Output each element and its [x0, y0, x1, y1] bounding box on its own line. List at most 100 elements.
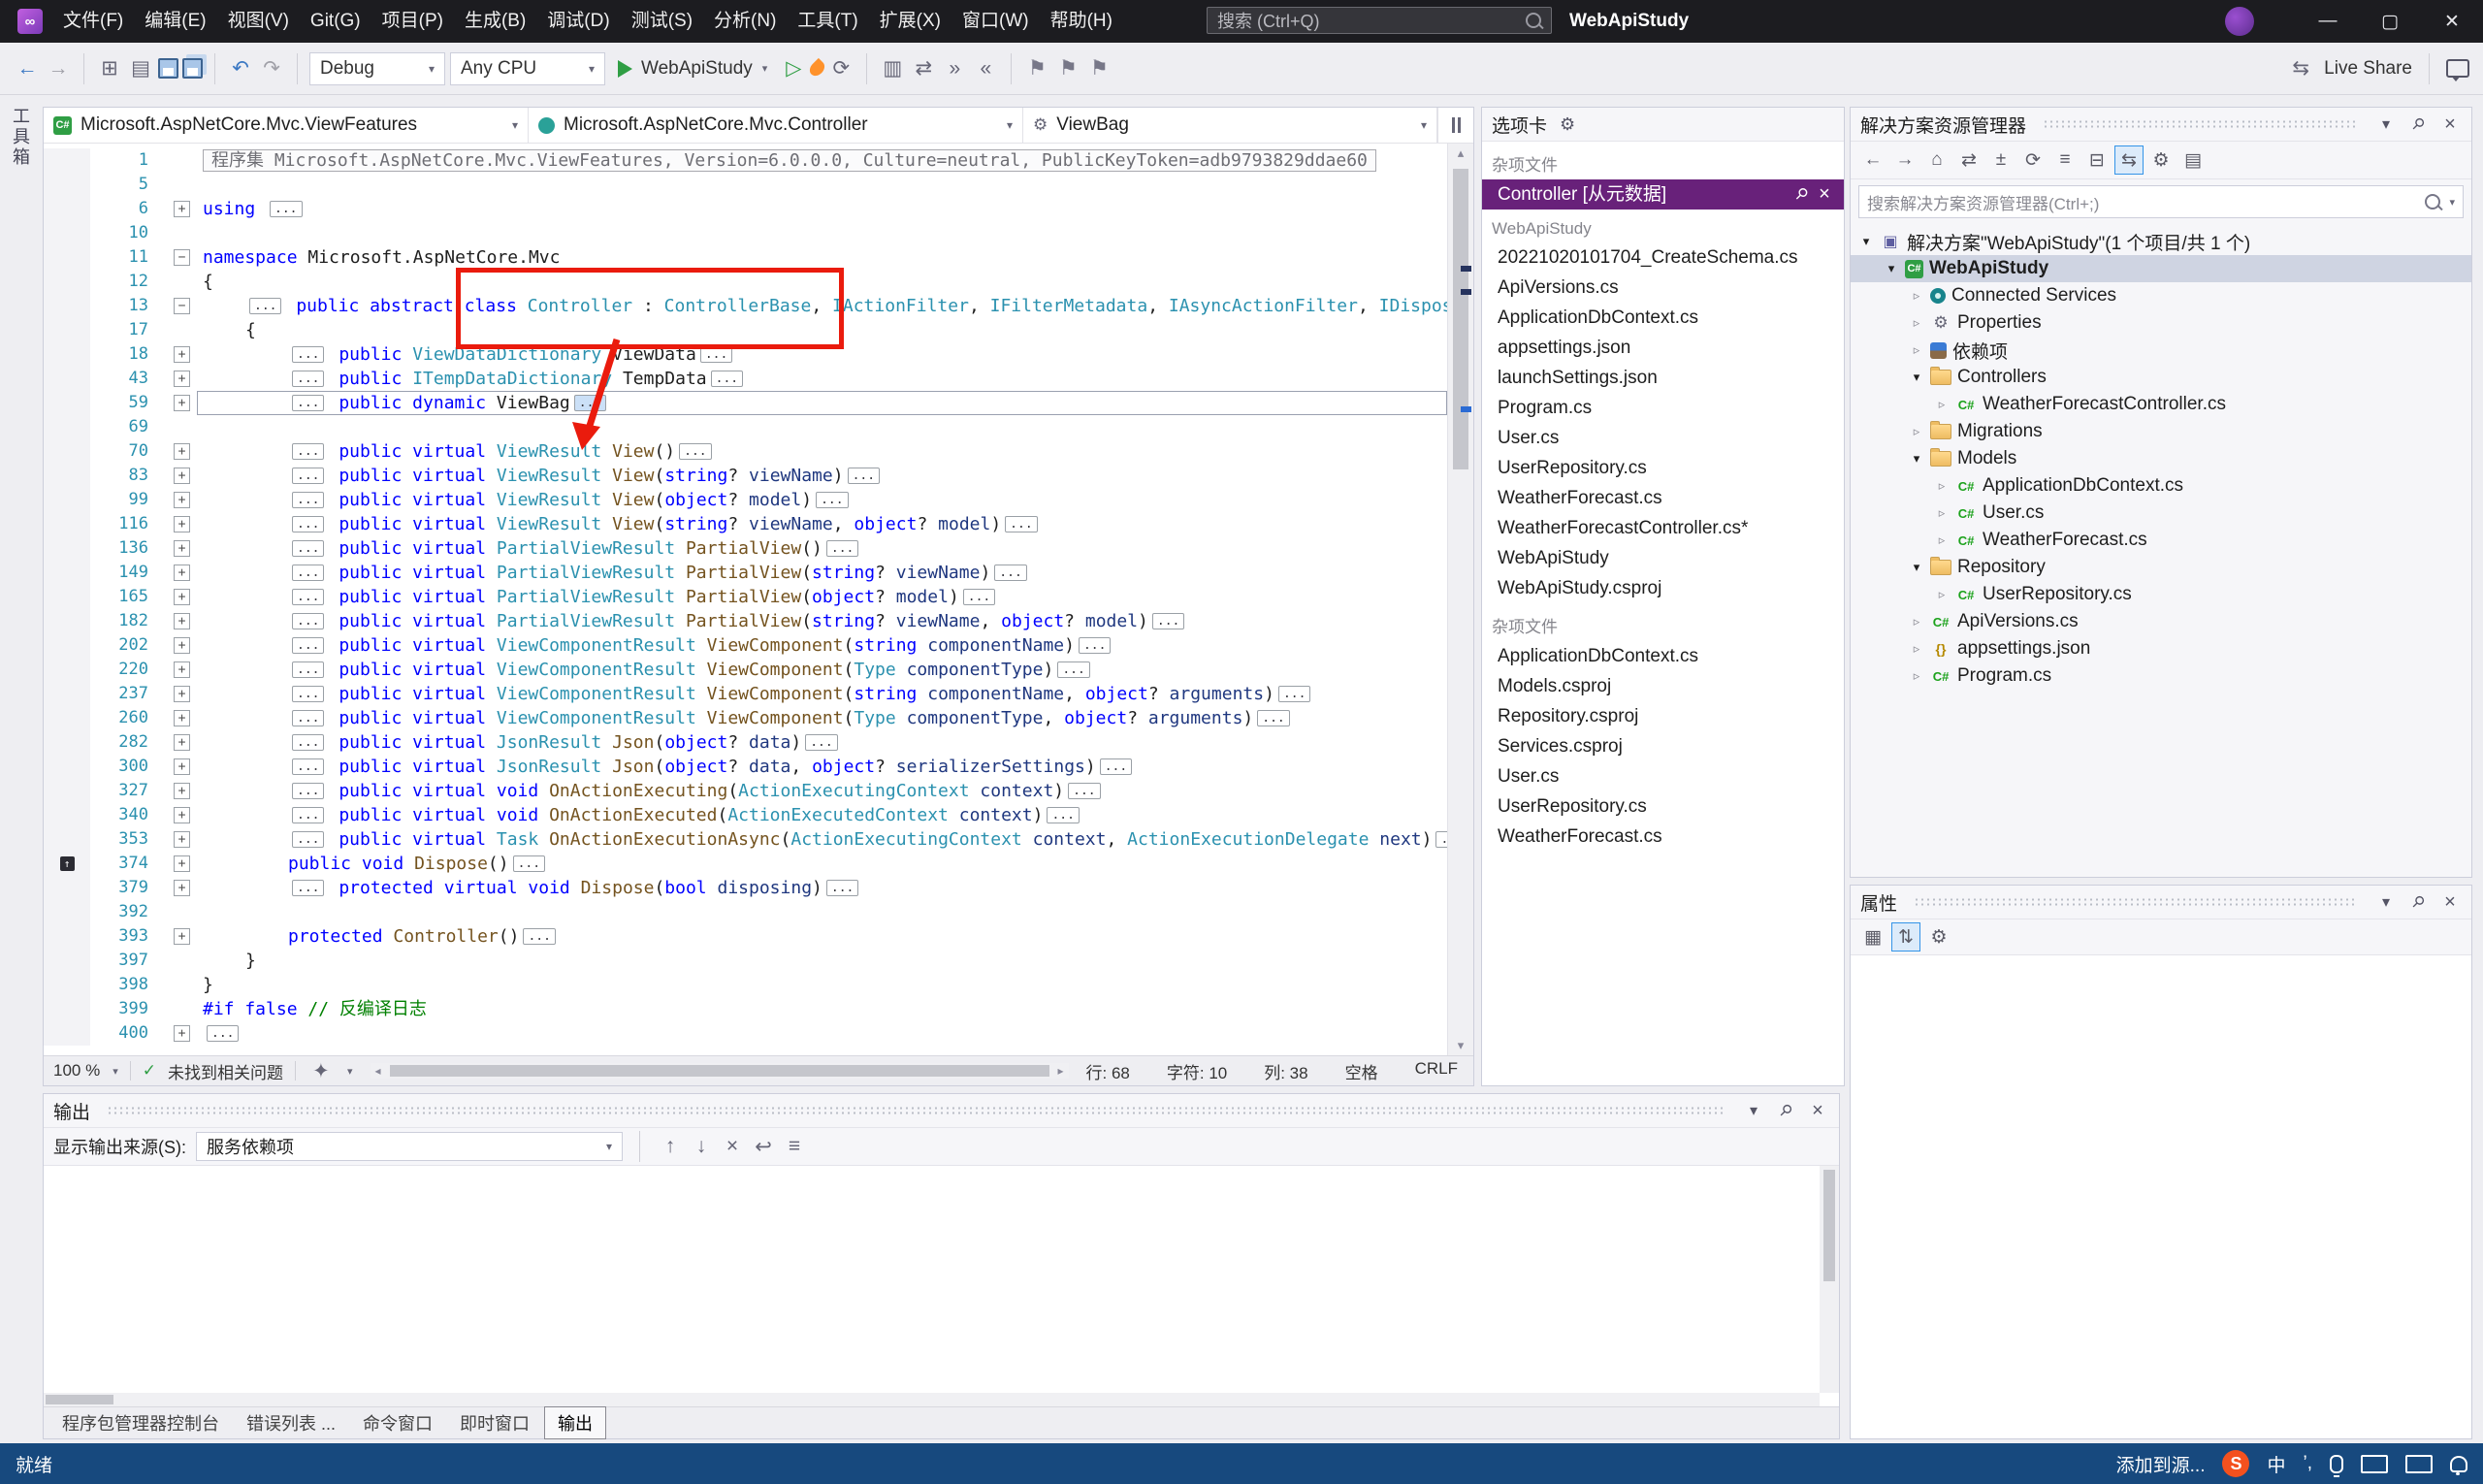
scroll-down-icon[interactable]: ▾ [1448, 1036, 1473, 1055]
tree-item[interactable]: ▾ Repository [1851, 554, 2471, 581]
output-content[interactable] [44, 1166, 1839, 1406]
open-document-item[interactable]: ApplicationDbContext.cs [1482, 303, 1844, 333]
send-feedback-icon[interactable] [2446, 59, 2469, 81]
menu-item[interactable]: 生成(B) [454, 0, 536, 43]
code-line[interactable]: 116 +... public virtual ViewResult View(s… [44, 512, 1447, 536]
scroll-left-icon[interactable]: ◂ [371, 1063, 386, 1079]
code-line[interactable]: 1 程序集 Microsoft.AspNetCore.Mvc.ViewFeatur… [44, 148, 1447, 173]
open-document-item[interactable]: UserRepository.cs [1482, 453, 1844, 483]
collapse-arrow-icon[interactable]: ▾ [1858, 234, 1874, 249]
code-line[interactable]: 136 +... public virtual PartialViewResult… [44, 536, 1447, 561]
microphone-icon[interactable] [2330, 1454, 2343, 1477]
tree-item[interactable]: ▹ C# Program.cs [1851, 662, 2471, 690]
open-document-item[interactable]: ApplicationDbContext.cs [1482, 641, 1844, 671]
menu-item[interactable]: 测试(S) [621, 0, 703, 43]
fold-toggle-icon[interactable]: + [174, 565, 190, 581]
forward-icon[interactable]: → [45, 51, 72, 86]
fold-toggle-icon[interactable]: + [174, 516, 190, 532]
fold-toggle-icon[interactable]: + [174, 855, 190, 872]
code-line[interactable]: 12{ [44, 270, 1447, 294]
fold-toggle-icon[interactable]: − [174, 298, 190, 314]
open-document-item[interactable]: WebApiStudy [1482, 543, 1844, 573]
code-line[interactable]: 282 +... public virtual JsonResult Json(o… [44, 730, 1447, 755]
code-line[interactable]: 59 +... public dynamic ViewBag... [44, 391, 1447, 415]
code-line[interactable]: 70 +... public virtual ViewResult View().… [44, 439, 1447, 464]
open-document-item[interactable]: Controller [从元数据] [1482, 179, 1844, 210]
nest-files-icon[interactable]: ≡ [2050, 145, 2080, 175]
keyboard-icon[interactable] [2361, 1454, 2388, 1473]
expand-arrow-icon[interactable]: ▹ [1934, 505, 1950, 521]
code-area[interactable]: 1 程序集 Microsoft.AspNetCore.Mvc.ViewFeatur… [44, 144, 1473, 1055]
output-source-dropdown[interactable]: 服务依赖项 ▾ [196, 1132, 623, 1161]
start-without-debugging-icon[interactable]: ▷ [780, 51, 807, 86]
menu-item[interactable]: 项目(P) [371, 0, 454, 43]
fold-toggle-icon[interactable]: + [174, 468, 190, 484]
code-line[interactable]: 13−... public abstract class Controller … [44, 294, 1447, 318]
override-indicator-icon[interactable] [59, 856, 75, 871]
code-line[interactable]: 300 +... public virtual JsonResult Json(o… [44, 755, 1447, 779]
code-line[interactable]: 400 +... [44, 1021, 1447, 1046]
open-document-item[interactable]: UserRepository.cs [1482, 791, 1844, 822]
save-icon[interactable] [158, 58, 178, 79]
space-mode-indicator[interactable]: 空格 [1345, 1059, 1378, 1083]
tree-item[interactable]: ▹ C# WeatherForecastController.cs [1851, 391, 2471, 418]
add-to-source-control-button[interactable]: 添加到源... [2116, 1451, 2206, 1477]
expand-arrow-icon[interactable]: ▹ [1934, 587, 1950, 602]
menu-item[interactable]: 分析(N) [703, 0, 787, 43]
menu-item[interactable]: 文件(F) [52, 0, 134, 43]
open-document-item[interactable]: Models.csproj [1482, 671, 1844, 701]
fold-toggle-icon[interactable]: + [174, 734, 190, 751]
goto-previous-message-icon[interactable]: ↑ [657, 1129, 684, 1164]
menu-item[interactable]: 窗口(W) [951, 0, 1040, 43]
chevron-down-icon[interactable] [2374, 114, 2398, 134]
fold-toggle-icon[interactable]: + [174, 928, 190, 945]
live-share-label[interactable]: Live Share [2324, 58, 2412, 80]
alphabetical-icon[interactable]: ⇅ [1891, 922, 1920, 952]
open-document-item[interactable]: ApiVersions.cs [1482, 273, 1844, 303]
close-icon[interactable] [1806, 1100, 1829, 1122]
fold-toggle-icon[interactable]: + [174, 540, 190, 557]
expand-arrow-icon[interactable]: ▹ [1909, 614, 1924, 629]
code-line[interactable]: 237 +... public virtual ViewComponentResu… [44, 682, 1447, 706]
next-bookmark-icon[interactable]: ⚑ [1085, 51, 1113, 86]
pending-changes-icon[interactable]: ± [1986, 145, 2015, 175]
code-line[interactable]: 392 [44, 900, 1447, 924]
pin-icon[interactable] [1770, 1095, 1800, 1125]
code-line[interactable]: 182 +... public virtual PartialViewResult… [44, 609, 1447, 633]
tree-item[interactable]: ▾ Models [1851, 445, 2471, 472]
minimize-button[interactable]: — [2297, 0, 2359, 43]
fold-toggle-icon[interactable]: + [174, 589, 190, 605]
expand-arrow-icon[interactable]: ▹ [1909, 288, 1924, 304]
code-cleanup-icon[interactable]: ✦ [307, 1060, 335, 1082]
code-line[interactable]: 5 [44, 173, 1447, 197]
collapse-arrow-icon[interactable]: ▾ [1884, 261, 1899, 276]
pin-icon[interactable] [2402, 109, 2433, 139]
panel-drag-grip[interactable] [107, 1106, 1725, 1115]
fold-toggle-icon[interactable]: + [174, 783, 190, 799]
scrollbar-thumb[interactable] [1453, 169, 1468, 469]
tool-window-tab[interactable]: 错误列表 ... [234, 1407, 348, 1438]
tree-item[interactable]: ▾ Controllers [1851, 364, 2471, 391]
save-all-icon[interactable] [182, 58, 203, 79]
code-line[interactable]: 43 +... public ITempDataDictionary TempDa… [44, 367, 1447, 391]
fold-toggle-icon[interactable]: + [174, 637, 190, 654]
tool-window-tab[interactable]: 命令窗口 [350, 1407, 445, 1438]
code-line[interactable]: 220 +... public virtual ViewComponentResu… [44, 658, 1447, 682]
expand-arrow-icon[interactable]: ▹ [1934, 478, 1950, 494]
tree-item[interactable]: ▹ C# User.cs [1851, 500, 2471, 527]
expand-arrow-icon[interactable]: ▹ [1909, 342, 1924, 358]
code-line[interactable]: 374+public void Dispose()... [44, 852, 1447, 876]
forward-icon[interactable]: → [1890, 145, 1919, 175]
open-document-item[interactable]: 20221020101704_CreateSchema.cs [1482, 242, 1844, 273]
solution-configuration-dropdown[interactable]: Debug ▾ [309, 51, 445, 85]
open-document-item[interactable]: launchSettings.json [1482, 363, 1844, 393]
outdent-icon[interactable]: « [972, 51, 999, 86]
code-line[interactable]: 398} [44, 973, 1447, 997]
tree-item[interactable]: ▹ ⚙ Properties [1851, 309, 2471, 337]
fold-toggle-icon[interactable]: + [174, 492, 190, 508]
notifications-bell-icon[interactable] [2450, 1455, 2467, 1475]
collapse-arrow-icon[interactable]: ▾ [1909, 560, 1924, 575]
menu-item[interactable]: Git(G) [300, 0, 371, 43]
code-line[interactable]: 165 +... public virtual PartialViewResult… [44, 585, 1447, 609]
tree-item[interactable]: ▹ C# WeatherForecast.cs [1851, 527, 2471, 554]
